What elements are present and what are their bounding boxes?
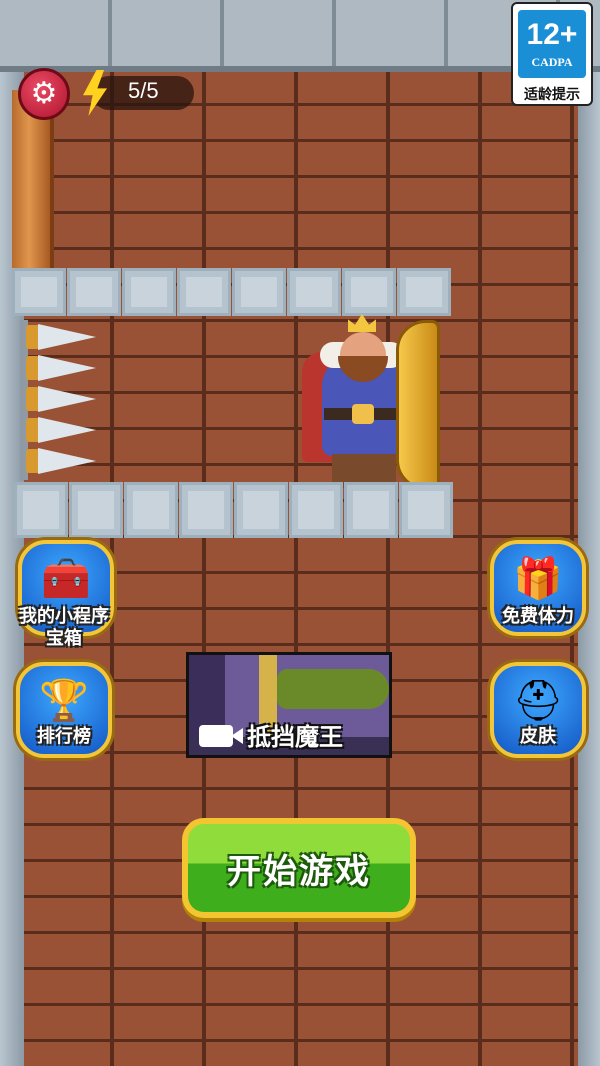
spike-icon [26,415,98,445]
age-rating-panel: 12+ CADPA [518,10,586,78]
spike-icon [26,384,98,414]
stone-block [177,268,231,316]
shield-icon [396,320,440,490]
gear-icon: ⚙ [30,76,58,111]
age-rating-label: 适龄提示 [524,87,580,103]
stone-block [399,482,453,538]
video-ad-card[interactable]: 抵挡魔王 [186,652,392,758]
crown-icon [348,314,376,332]
spike-icon [26,446,98,476]
stone-block [69,482,123,538]
stone-block [289,482,343,538]
stone-block [232,268,286,316]
stone-block [234,482,288,538]
treasure-chest-label: 我的小程序 宝箱 [19,606,109,649]
stone-block [342,268,396,316]
stone-block [122,268,176,316]
king-buckle [352,404,374,424]
king-character [300,312,460,492]
monster-claw [277,669,389,709]
stone-block [287,268,341,316]
video-title: 抵挡魔王 [247,723,343,751]
age-rating-org: CADPA [531,54,573,69]
treasure-chest-icon: 🧰 [41,556,91,603]
top-stone-wall [0,0,600,72]
stone-block [179,482,233,538]
stone-block [12,268,66,316]
upper-stone-platform [12,268,452,316]
spike-icon [26,322,98,352]
settings-button[interactable]: ⚙ [18,68,70,120]
stone-block [397,268,451,316]
energy-value: 5/5 [128,78,159,103]
stone-block [14,482,68,538]
age-rating-badge: 12+ CADPA 适龄提示 [511,2,593,106]
spike-trap [26,322,98,477]
stone-block [124,482,178,538]
free-energy-label: 免费体力 [502,606,574,627]
stone-block [67,268,121,316]
gift-box-icon: 🎁 [513,556,563,603]
leaderboard-label: 排行榜 [37,726,91,747]
start-game-button[interactable]: 开始游戏 [182,818,416,918]
start-game-label: 开始游戏 [227,851,371,892]
start-game-button-face: 开始游戏 [188,824,410,912]
helmet-icon: ⛑ [512,678,564,725]
spike-icon [26,353,98,383]
lower-stone-platform [14,482,454,538]
trophy-icon: 🏆 [39,678,89,725]
skin-label: 皮肤 [520,726,556,747]
stone-block [344,482,398,538]
video-camera-icon [199,725,243,747]
age-rating-number: 12+ [526,17,578,51]
